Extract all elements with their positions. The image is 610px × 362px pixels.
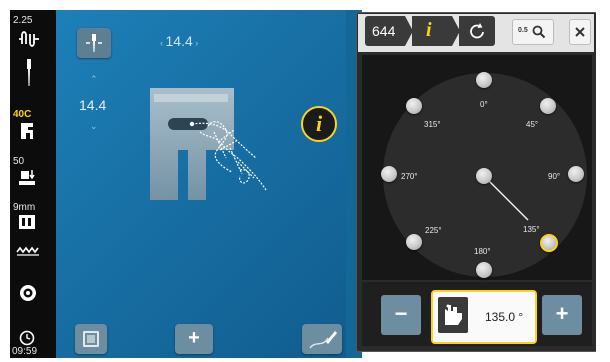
decrease-angle-button[interactable]: − bbox=[381, 295, 421, 335]
stitch-tension-icon[interactable] bbox=[17, 28, 39, 50]
top-value: 2.25 bbox=[13, 15, 33, 26]
bobbin-icon[interactable] bbox=[18, 283, 38, 305]
stitch-preview bbox=[148, 82, 268, 202]
close-button[interactable] bbox=[569, 19, 591, 45]
edit-stitch-button[interactable] bbox=[302, 324, 342, 354]
angle-90-knob[interactable] bbox=[568, 166, 584, 182]
info-tab[interactable]: i bbox=[412, 16, 460, 46]
needle-icon[interactable] bbox=[22, 58, 42, 86]
angle-label-225: 225° bbox=[425, 226, 442, 235]
length-increase-icon[interactable]: ⌃ bbox=[90, 74, 98, 85]
angle-180-knob[interactable] bbox=[476, 262, 492, 278]
screen-bezel bbox=[596, 10, 610, 358]
width-increase-icon[interactable]: › bbox=[193, 38, 198, 48]
angle-label-45: 45° bbox=[526, 120, 539, 129]
angle-315-knob[interactable] bbox=[406, 98, 422, 114]
stitch-length-value: 14.4 bbox=[79, 97, 107, 113]
length-decrease-icon[interactable]: ⌄ bbox=[90, 121, 98, 132]
angle-label-0: 0° bbox=[480, 100, 488, 109]
angle-indicator-line bbox=[484, 176, 529, 221]
presser-foot-icon[interactable] bbox=[19, 121, 39, 143]
stitch-number: 644 bbox=[372, 23, 396, 39]
needle-plate-icon[interactable] bbox=[18, 213, 38, 235]
angle-135-knob[interactable] bbox=[540, 234, 558, 252]
angle-225-knob[interactable] bbox=[406, 234, 422, 250]
zoom-label: 0.5 bbox=[518, 27, 528, 34]
info-tab-label: i bbox=[426, 19, 432, 41]
stitch-number-tab[interactable]: 644 bbox=[365, 16, 413, 46]
center-knob[interactable] bbox=[476, 168, 492, 184]
presser-value: 40C bbox=[13, 109, 32, 120]
stitch-width-value: 14.4 bbox=[165, 33, 193, 49]
tension-value: 50 bbox=[13, 156, 25, 167]
clock-time: 09:59 bbox=[12, 346, 38, 357]
foot-pressure-icon[interactable] bbox=[17, 167, 37, 189]
angle-270-knob[interactable] bbox=[381, 166, 397, 182]
angle-label-270: 270° bbox=[401, 172, 418, 181]
reset-tab[interactable] bbox=[459, 16, 495, 46]
angle-value-box[interactable]: 135.0 ° bbox=[431, 290, 537, 344]
width-value: 9mm bbox=[13, 202, 36, 213]
magnifier-icon bbox=[532, 25, 546, 39]
angle-0-knob[interactable] bbox=[476, 72, 492, 88]
needle-position-button[interactable] bbox=[77, 28, 111, 58]
angle-label-90: 90° bbox=[548, 172, 561, 181]
angle-label-180: 180° bbox=[474, 247, 491, 256]
increase-angle-button[interactable]: + bbox=[542, 295, 582, 335]
add-button[interactable]: + bbox=[175, 324, 213, 354]
refresh-icon bbox=[470, 23, 484, 39]
angle-value: 135.0 ° bbox=[485, 310, 524, 324]
info-button[interactable]: i bbox=[301, 106, 337, 142]
rotate-hand-icon bbox=[438, 297, 468, 333]
close-icon bbox=[575, 27, 585, 37]
angle-45-knob[interactable] bbox=[540, 98, 556, 114]
angle-label-315: 315° bbox=[424, 120, 441, 129]
angle-label-135: 135° bbox=[523, 225, 540, 234]
feed-dog-icon[interactable] bbox=[16, 244, 39, 266]
stitch-width-readout[interactable]: ‹ 14.4 › bbox=[160, 33, 230, 49]
view-toggle-button[interactable] bbox=[75, 324, 107, 354]
zoom-button[interactable]: 0.5 bbox=[512, 19, 554, 45]
